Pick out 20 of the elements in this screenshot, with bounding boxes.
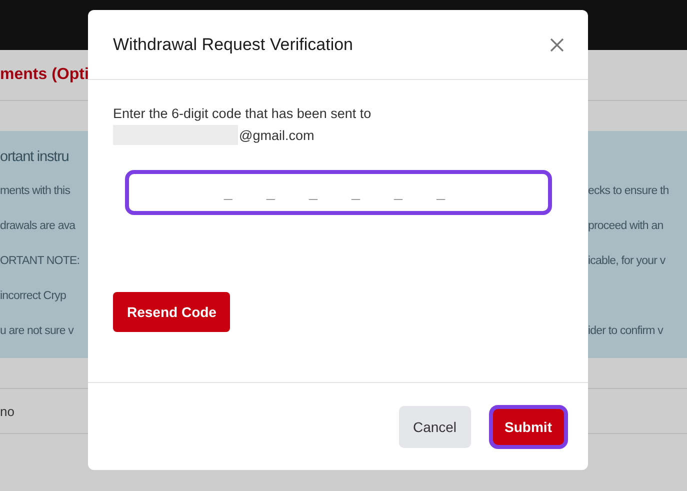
close-icon[interactable] <box>550 38 564 52</box>
notice-text: ecks to ensure th <box>588 184 670 196</box>
notice-text: icable, for your v <box>588 254 666 266</box>
notice-title: ortant instru <box>0 148 70 167</box>
notice-text: ider to confirm v <box>588 324 664 336</box>
submit-button[interactable]: Submit <box>492 408 564 444</box>
notice-text: drawals are ava <box>0 220 76 232</box>
cancel-button[interactable]: Cancel <box>398 406 471 448</box>
notice-text: incorrect Cryp <box>0 290 67 302</box>
code-input-field[interactable]: _ _ _ _ _ _ <box>125 170 552 215</box>
notice-text: ments with this <box>0 184 72 196</box>
notice-text: u are not sure v <box>0 324 75 336</box>
notice-text: proceed with an <box>588 220 664 232</box>
section-heading: ments (Opti <box>0 66 89 84</box>
table-cell: no <box>0 404 14 418</box>
instruction-text: Enter the 6-digit code that has been sent to <box>113 106 372 121</box>
resend-code-button[interactable]: Resend Code <box>113 292 230 332</box>
email-text: @gmail.com <box>239 128 314 142</box>
notice-text: ORTANT NOTE: <box>0 254 81 266</box>
dialog-title: Withdrawal Request Verification <box>113 34 354 54</box>
